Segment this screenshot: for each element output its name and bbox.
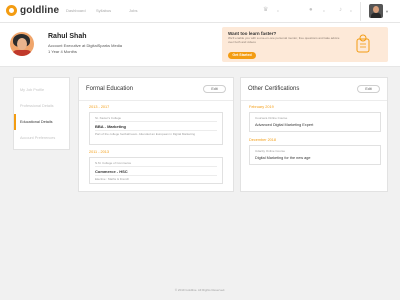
certification-entry: Coursera Online Course Advanced Digital … — [249, 112, 381, 132]
education-entry: N.M. College of Commerce Commerce - HSC … — [89, 157, 223, 184]
top-navbar: goldline Dashboard Syllabus Jobs ♛ 0 ● 0… — [0, 0, 400, 23]
crown-icon[interactable]: ♛ — [263, 7, 268, 13]
education-degree: Commerce - HSC — [95, 169, 128, 174]
nav-divider — [360, 2, 361, 21]
notification-count: 0 — [350, 9, 352, 13]
chevron-down-icon[interactable]: ▼ — [385, 9, 389, 14]
logo-text: goldline — [20, 5, 60, 16]
edit-certifications-button[interactable]: Edit — [357, 85, 380, 93]
formal-education-card: Formal Education Edit 2013 - 2017 St. Xa… — [78, 77, 234, 192]
certification-provider: Coursera Online Course — [255, 116, 288, 120]
education-years: 2011 - 2013 — [89, 150, 109, 154]
logo[interactable]: goldline — [6, 5, 59, 16]
certification-date: December 2018 — [249, 138, 277, 142]
card-divider — [241, 100, 387, 101]
card-divider — [79, 100, 233, 101]
crown-count: 0 — [277, 9, 279, 13]
promo-banner: Want too learn faster? We'll enable you … — [222, 27, 388, 62]
certification-provider: Udacity Online Course — [255, 149, 286, 153]
mentor-illustration-icon — [356, 34, 370, 53]
profile-experience: 1 Year 4 Months — [48, 49, 77, 54]
education-description: Elective : Maths & French — [95, 177, 130, 181]
certifications-card: Other Certifications Edit February 2019 … — [240, 77, 388, 192]
logo-icon — [6, 5, 17, 16]
get-started-button[interactable]: Get Started — [228, 52, 256, 59]
profile-name: Rahul Shah — [48, 33, 87, 40]
education-years: 2013 - 2017 — [89, 105, 110, 109]
certification-entry: Udacity Online Course Digital Marketing … — [249, 145, 381, 165]
coin-count: 0 — [323, 9, 325, 13]
certification-name: Advanced Digital Marketing Expert — [255, 123, 314, 127]
side-menu-job-profile[interactable]: My Job Profile — [14, 82, 69, 98]
education-entry: St. Xavier's College BBA - Marketing Par… — [89, 112, 223, 145]
profile-avatar — [10, 32, 34, 56]
side-menu-account-preferences[interactable]: Account Preferences — [14, 130, 69, 146]
education-institution: St. Xavier's College — [95, 116, 122, 120]
promo-text: We'll enable you with a one-on-one perso… — [228, 36, 340, 44]
side-menu-professional-details[interactable]: Professional Details — [14, 98, 69, 114]
nav-link-dashboard[interactable]: Dashboard — [66, 8, 86, 13]
edit-education-button[interactable]: Edit — [203, 85, 226, 93]
nav-link-jobs[interactable]: Jobs — [129, 8, 137, 13]
footer-copyright: © 2019 Goldline. All Rights Reserved. — [174, 288, 226, 292]
certifications-title: Other Certifications — [248, 86, 300, 92]
profile-side-menu: My Job Profile Professional Details Educ… — [13, 77, 70, 150]
coin-icon[interactable]: ● — [309, 7, 313, 13]
formal-education-title: Formal Education — [86, 86, 134, 92]
certification-date: February 2019 — [249, 105, 274, 109]
user-avatar[interactable] — [369, 4, 383, 18]
education-degree: BBA - Marketing — [95, 124, 126, 129]
nav-link-syllabus[interactable]: Syllabus — [96, 8, 111, 13]
side-menu-educational-details[interactable]: Educational Details — [14, 114, 69, 130]
profile-role: Account Executive at DigitalSparks Media — [48, 43, 123, 48]
certification-name: Digital Marketing for the new age — [255, 156, 311, 160]
education-description: Part of the college football team. Atten… — [95, 132, 196, 136]
bell-icon[interactable]: ♪ — [339, 7, 342, 13]
education-institution: N.M. College of Commerce — [95, 161, 132, 165]
